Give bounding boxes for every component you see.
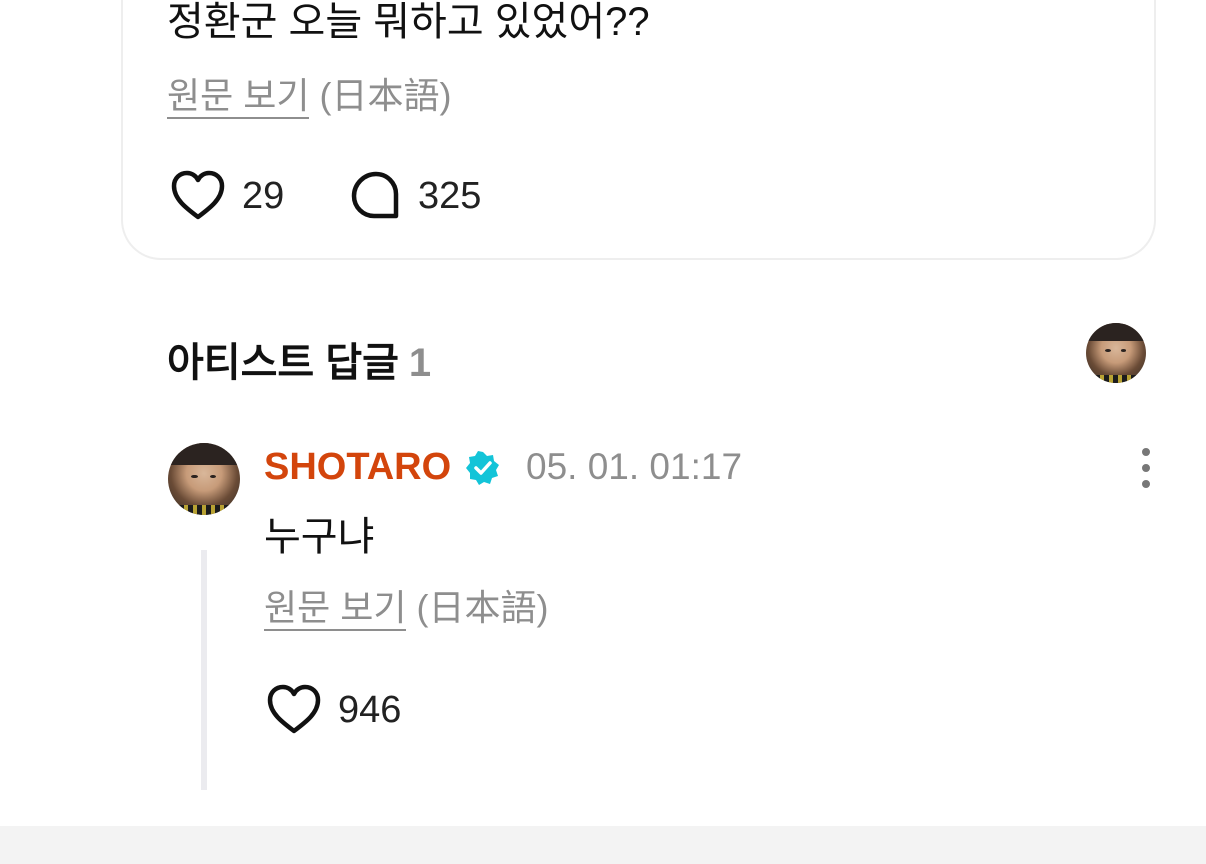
- reply-translate: 원문 보기 (日本語): [264, 586, 549, 631]
- post-comment-count: 325: [418, 174, 482, 217]
- post-like-count: 29: [242, 174, 285, 217]
- post-original-language: (日本語): [319, 75, 452, 116]
- comment-bubble-icon: [351, 171, 399, 219]
- heart-icon: [267, 684, 321, 734]
- more-vertical-icon[interactable]: [1130, 448, 1162, 488]
- avatar-photo: [168, 443, 240, 515]
- reply-author-name[interactable]: SHOTARO: [264, 446, 451, 489]
- reply-original-language: (日本語): [416, 587, 549, 628]
- avatar-photo: [1086, 323, 1146, 383]
- reply-thread-line: [201, 550, 207, 790]
- heart-icon: [171, 170, 225, 220]
- reply-author-avatar[interactable]: [168, 443, 240, 515]
- artist-replies-title: 아티스트 답글 1: [167, 330, 431, 388]
- reply-view-original-link[interactable]: 원문 보기: [264, 587, 407, 631]
- artist-replies-label: 아티스트 답글: [167, 341, 399, 385]
- post-comment-button[interactable]: 325: [350, 170, 481, 222]
- post-text: 정환군 오늘 뭐하고 있었어??: [167, 0, 650, 44]
- artist-replies-count: 1: [408, 341, 432, 385]
- reply-like-count: 946: [338, 688, 402, 731]
- reply-timestamp: 05. 01. 01:17: [526, 446, 743, 487]
- artist-avatar-header[interactable]: [1086, 323, 1146, 383]
- verified-badge-icon: [466, 451, 499, 485]
- bottom-divider: [0, 826, 1206, 864]
- reply-like-button[interactable]: 946: [266, 684, 401, 736]
- post-translate: 원문 보기 (日本語): [167, 74, 452, 119]
- post-like-button[interactable]: 29: [170, 170, 284, 222]
- post-view-original-link[interactable]: 원문 보기: [167, 75, 310, 119]
- reply-text: 누구냐: [264, 515, 375, 559]
